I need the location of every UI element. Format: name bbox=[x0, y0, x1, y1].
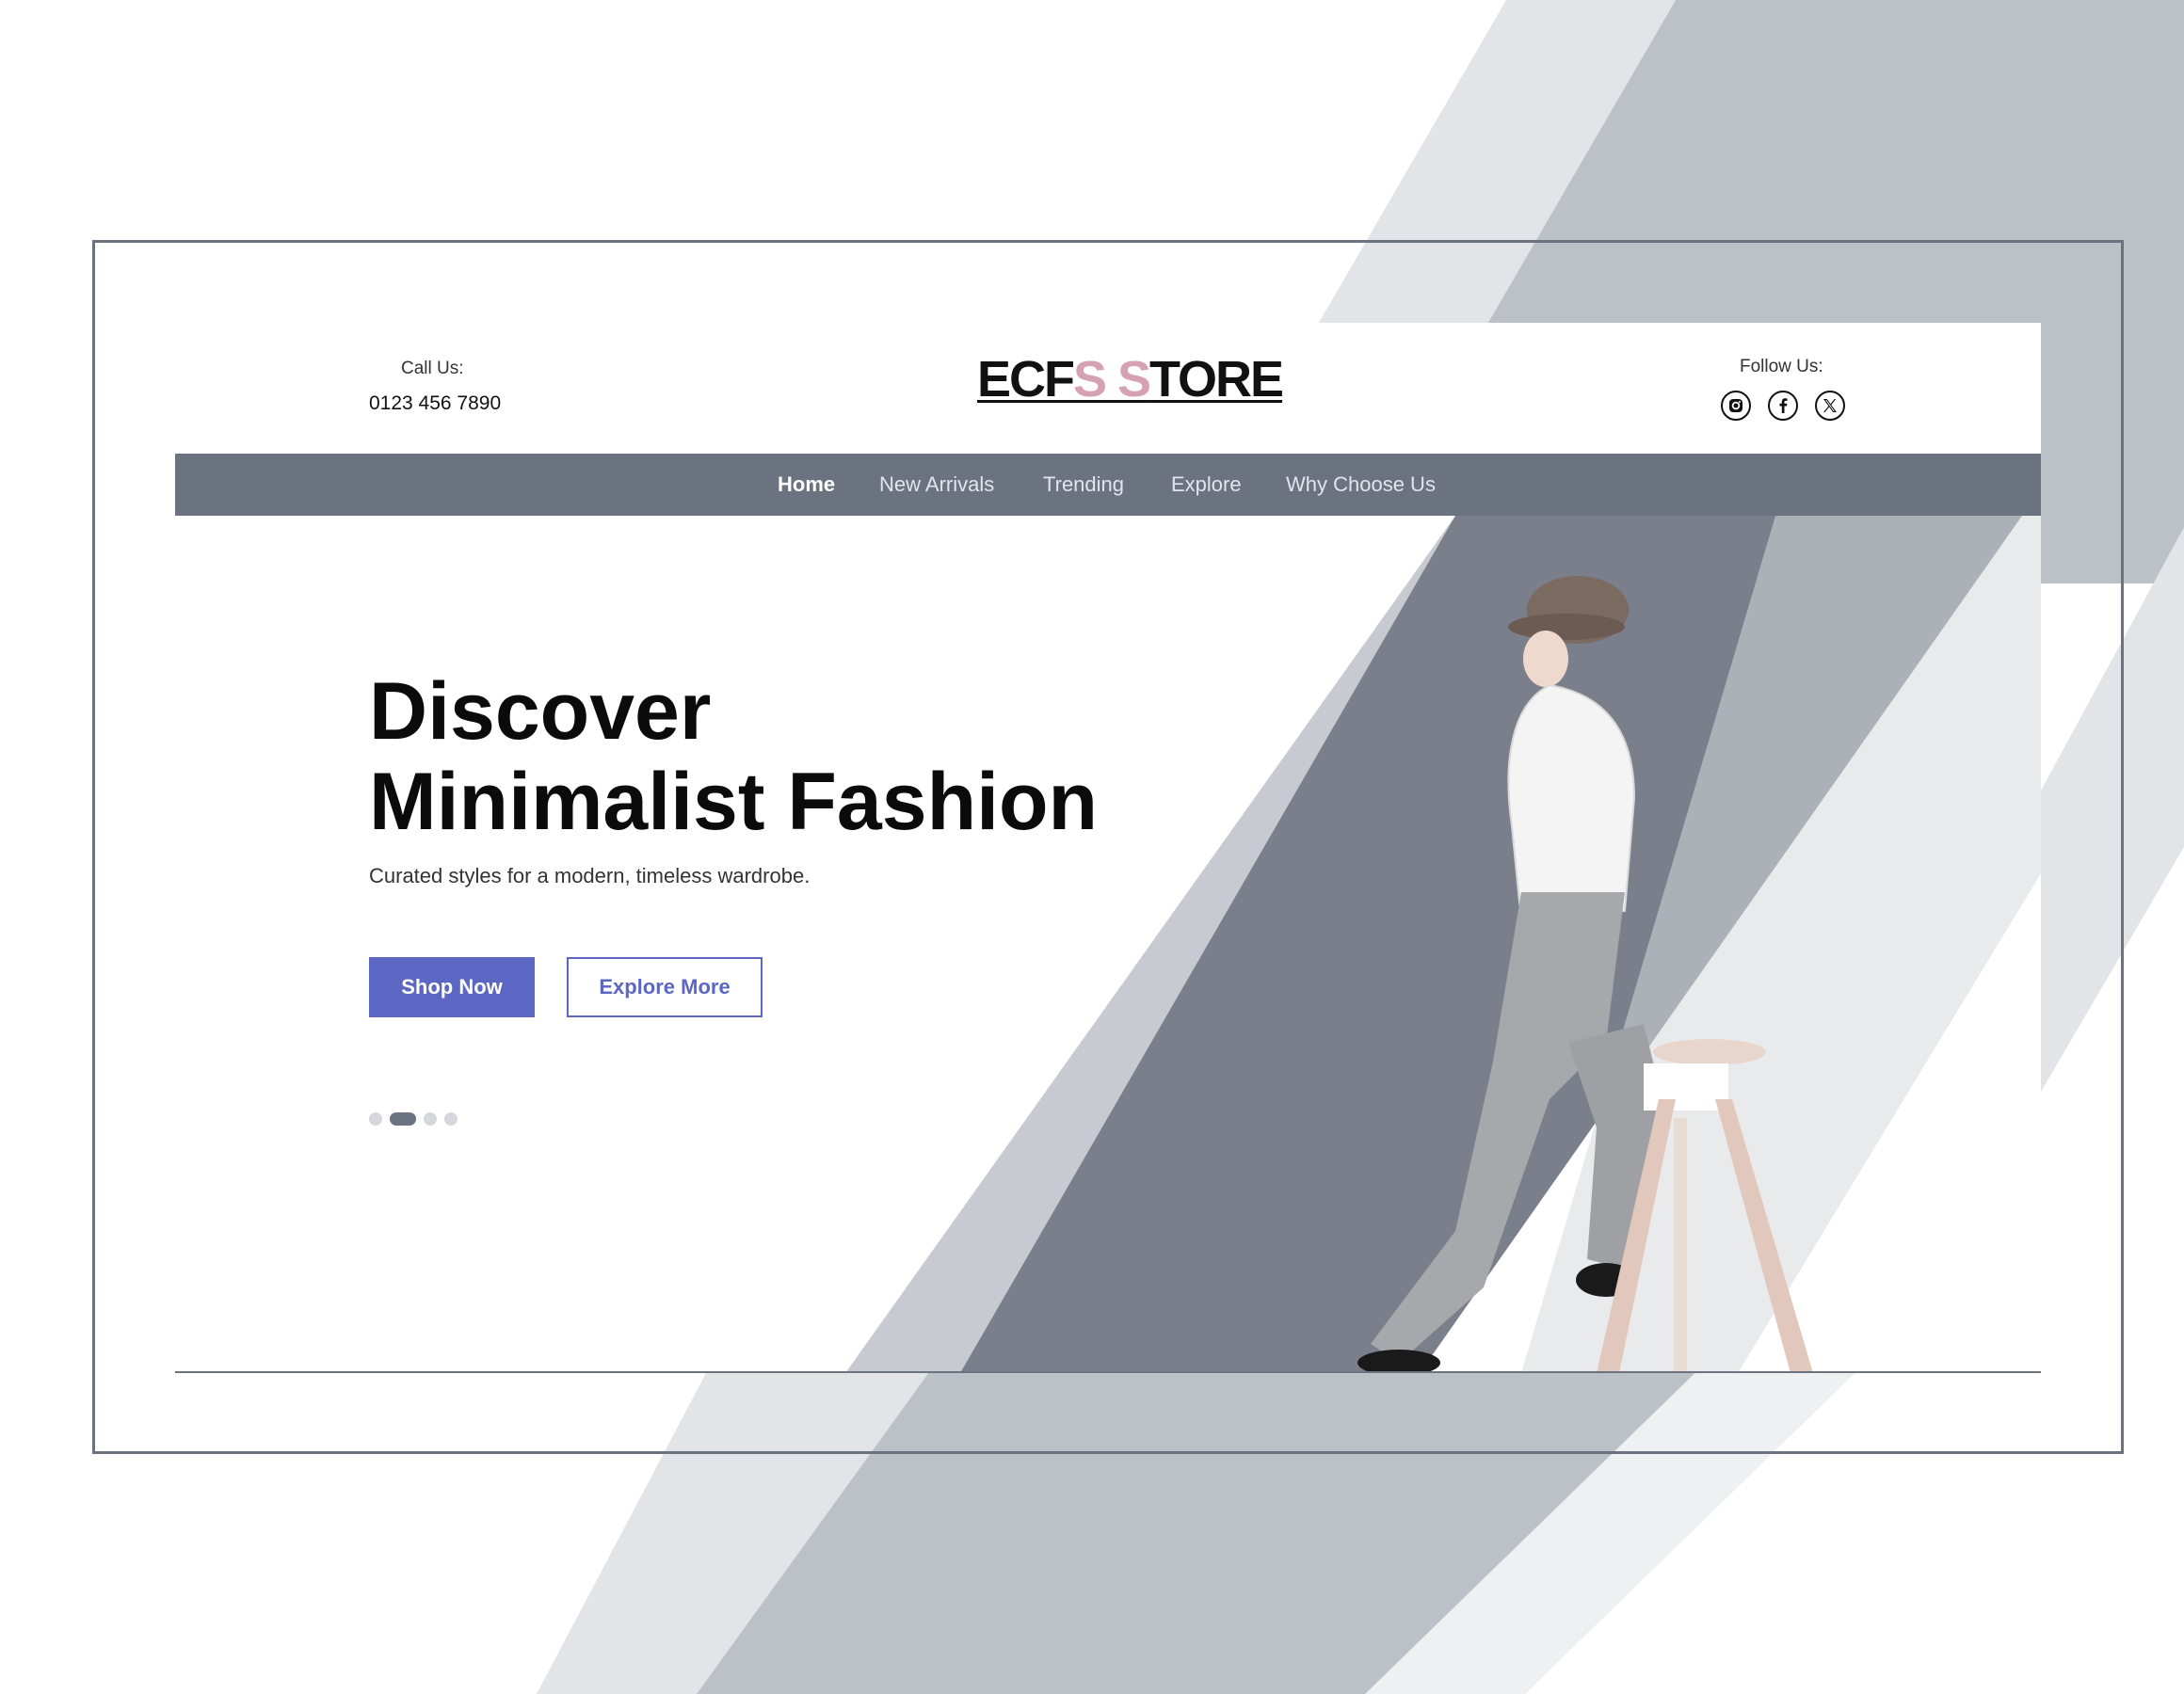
follow-us-label: Follow Us: bbox=[1740, 357, 1823, 376]
facebook-icon[interactable] bbox=[1768, 391, 1798, 421]
carousel-dot-4[interactable] bbox=[444, 1112, 458, 1126]
logo-text-part2: S S bbox=[1073, 351, 1151, 408]
nav-item-explore[interactable]: Explore bbox=[1171, 472, 1242, 497]
carousel-dot-2[interactable] bbox=[390, 1112, 416, 1126]
shop-now-button[interactable]: Shop Now bbox=[369, 957, 535, 1017]
call-us-label: Call Us: bbox=[401, 359, 464, 378]
nav-item-why-choose-us[interactable]: Why Choose Us bbox=[1286, 472, 1436, 497]
phone-number[interactable]: 0123 456 7890 bbox=[369, 392, 501, 415]
nav-item-home[interactable]: Home bbox=[778, 472, 835, 497]
logo-text-part1: ECF bbox=[977, 351, 1075, 408]
store-logo[interactable]: ECFS STORE bbox=[977, 351, 1284, 408]
x-icon[interactable] bbox=[1815, 391, 1845, 421]
hero-bottom-divider bbox=[175, 1371, 2041, 1373]
carousel-dot-1[interactable] bbox=[369, 1112, 382, 1126]
nav-item-new-arrivals[interactable]: New Arrivals bbox=[879, 472, 994, 497]
carousel-dot-3[interactable] bbox=[424, 1112, 437, 1126]
nav-item-trending[interactable]: Trending bbox=[1043, 472, 1124, 497]
main-nav: Home New Arrivals Trending Explore Why C… bbox=[175, 454, 2041, 516]
hero-subtitle: Curated styles for a modern, timeless wa… bbox=[369, 864, 811, 887]
store-page: Call Us: 0123 456 7890 ECFS STORE Follow… bbox=[175, 323, 2041, 1373]
hero-illustration bbox=[845, 516, 2041, 1373]
hero-title-line1: Discover bbox=[369, 666, 712, 757]
hero-section: Discover Minimalist Fashion Curated styl… bbox=[175, 516, 2041, 1373]
explore-more-button[interactable]: Explore More bbox=[567, 957, 763, 1017]
instagram-icon[interactable] bbox=[1721, 391, 1751, 421]
logo-text-part3: TORE bbox=[1149, 351, 1284, 408]
hero-title-line2: Minimalist Fashion bbox=[369, 757, 1099, 847]
site-header: Call Us: 0123 456 7890 ECFS STORE Follow… bbox=[175, 323, 2041, 454]
